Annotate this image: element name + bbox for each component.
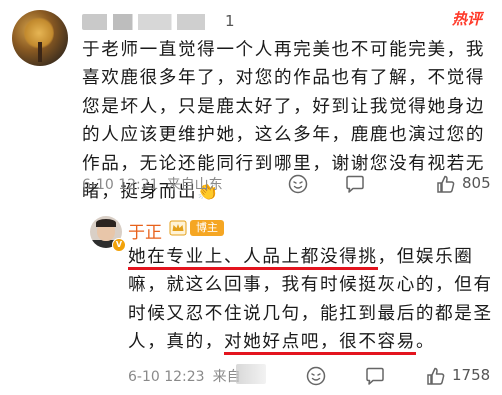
like-icon[interactable]: [436, 174, 456, 194]
commenter-name-suffix: 1: [225, 12, 235, 30]
comment-location: 来自山东: [166, 177, 223, 193]
highlighted-phrase-1: 她在专业上、人品上都没得挑: [128, 247, 378, 270]
hot-comment-badge: 热评: [452, 10, 483, 28]
location-blurred: [236, 364, 266, 384]
verified-badge-icon: V: [112, 238, 126, 252]
commenter-name-blurred[interactable]: [82, 14, 222, 30]
reply-end: 。: [415, 332, 436, 353]
avatar-trunk-image: [38, 42, 42, 62]
comment-icon[interactable]: [365, 367, 385, 386]
like-count: 1758: [452, 366, 491, 384]
comment-meta: 6-10 12:21 来自山东: [82, 174, 223, 194]
highlighted-phrase-2: 对她好点吧，很不容易: [223, 332, 416, 356]
avatar-hair: [96, 219, 116, 227]
comment-date: 6-10 12:21: [82, 177, 159, 193]
blogger-badge: 博主: [190, 220, 224, 236]
comment-icon[interactable]: [345, 175, 365, 194]
emoji-icon[interactable]: [306, 366, 326, 386]
like-icon[interactable]: [426, 366, 446, 386]
reply-author-name[interactable]: 于正: [128, 218, 162, 243]
reply-meta: 6-10 12:23 来自: [128, 366, 241, 386]
reply-date: 6-10 12:23: [128, 369, 205, 385]
crown-icon: [169, 220, 187, 236]
reply-text: 她在专业上、人品上都没得挑，但娱乐圈嘛，就这么回事，我有时候挺灰心的，但有时候又…: [128, 243, 498, 357]
like-count: 805: [462, 174, 491, 192]
commenter-avatar[interactable]: [12, 10, 68, 66]
emoji-icon[interactable]: [288, 174, 308, 194]
